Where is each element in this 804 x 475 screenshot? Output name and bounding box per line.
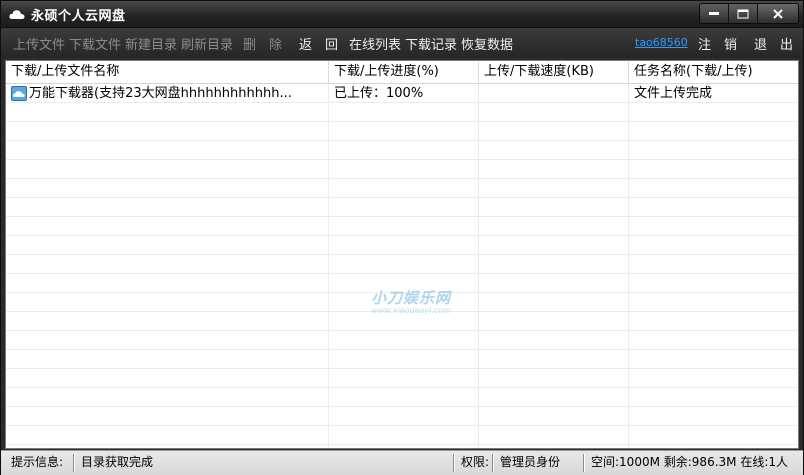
close-icon: [773, 8, 783, 19]
new-folder-button[interactable]: 新建目录: [125, 34, 177, 53]
minimize-button[interactable]: [700, 4, 729, 23]
close-button[interactable]: [758, 4, 798, 23]
maximize-icon: [737, 9, 749, 18]
status-separator: [73, 454, 74, 472]
toolbar: 上传文件 下载文件 新建目录 刷新目录 删 除 返 回 在线列表 下载记录 恢复…: [1, 28, 803, 58]
maximize-button[interactable]: [729, 4, 758, 23]
app-window: 永硕个人云网盘 上传文件 下载文件 新建目录 刷新目录 删 除 返 回 在线列表…: [0, 0, 804, 475]
table-row[interactable]: 万能下载器(支持23大网盘hhhhhhhhhhhh... 已上传：100% 文件…: [6, 84, 798, 103]
cloud-icon: [9, 6, 25, 20]
restore-data-button[interactable]: 恢复数据: [461, 34, 513, 53]
column-header-task[interactable]: 任务名称(下载/上传): [629, 61, 798, 83]
column-divider: [328, 84, 329, 448]
column-divider: [628, 84, 629, 448]
status-hint-value: 目录获取完成: [81, 455, 154, 469]
watermark-text: 小刀娱乐网: [370, 289, 451, 307]
list-header: 下载/上传文件名称 下载/上传进度(%) 上传/下载速度(KB) 任务名称(下载…: [6, 61, 798, 84]
minimize-icon: [709, 11, 719, 15]
status-space-info: 空间:1000M 剩余:986.3M 在线:1人: [591, 455, 788, 469]
status-separator: [583, 454, 584, 472]
transfer-list[interactable]: 下载/上传文件名称 下载/上传进度(%) 上传/下载速度(KB) 任务名称(下载…: [5, 60, 799, 449]
row-filename: 万能下载器(支持23大网盘hhhhhhhhhhhh...: [29, 86, 292, 101]
logout-button[interactable]: 注 销: [698, 34, 737, 53]
download-history-button[interactable]: 下载记录: [405, 34, 457, 53]
username-link[interactable]: tao68560: [635, 36, 688, 49]
online-list-button[interactable]: 在线列表: [349, 34, 401, 53]
title-bar[interactable]: 永硕个人云网盘: [1, 1, 803, 28]
status-separator: [453, 454, 454, 472]
download-file-button[interactable]: 下载文件: [69, 34, 121, 53]
window-title: 永硕个人云网盘: [31, 9, 126, 24]
upload-file-button[interactable]: 上传文件: [13, 34, 65, 53]
watermark: 小刀娱乐网 www.xiaodaoyl.com: [361, 287, 461, 315]
list-grid: [6, 84, 798, 448]
window-controls: [699, 3, 799, 24]
status-permission-value: 管理员身份: [500, 455, 561, 469]
status-hint-label: 提示信息:: [11, 455, 64, 469]
row-task: 文件上传完成: [634, 86, 713, 101]
status-separator: [492, 454, 493, 472]
delete-button[interactable]: 删 除: [243, 34, 282, 53]
row-speed: [479, 84, 629, 103]
column-header-progress[interactable]: 下载/上传进度(%): [329, 61, 479, 83]
column-divider: [478, 84, 479, 448]
column-header-speed[interactable]: 上传/下载速度(KB): [479, 61, 629, 83]
status-permission-label: 权限:: [461, 455, 490, 469]
back-button[interactable]: 返 回: [299, 34, 338, 53]
refresh-folder-button[interactable]: 刷新目录: [181, 34, 233, 53]
watermark-url: www.xiaodaoyl.com: [371, 306, 451, 315]
exit-button[interactable]: 退 出: [754, 34, 793, 53]
row-progress: 已上传：100%: [334, 86, 424, 101]
column-header-filename[interactable]: 下载/上传文件名称: [6, 61, 329, 83]
status-bar: 提示信息: 目录获取完成 权限: 管理员身份 空间:1000M 剩余:986.3…: [1, 450, 803, 475]
